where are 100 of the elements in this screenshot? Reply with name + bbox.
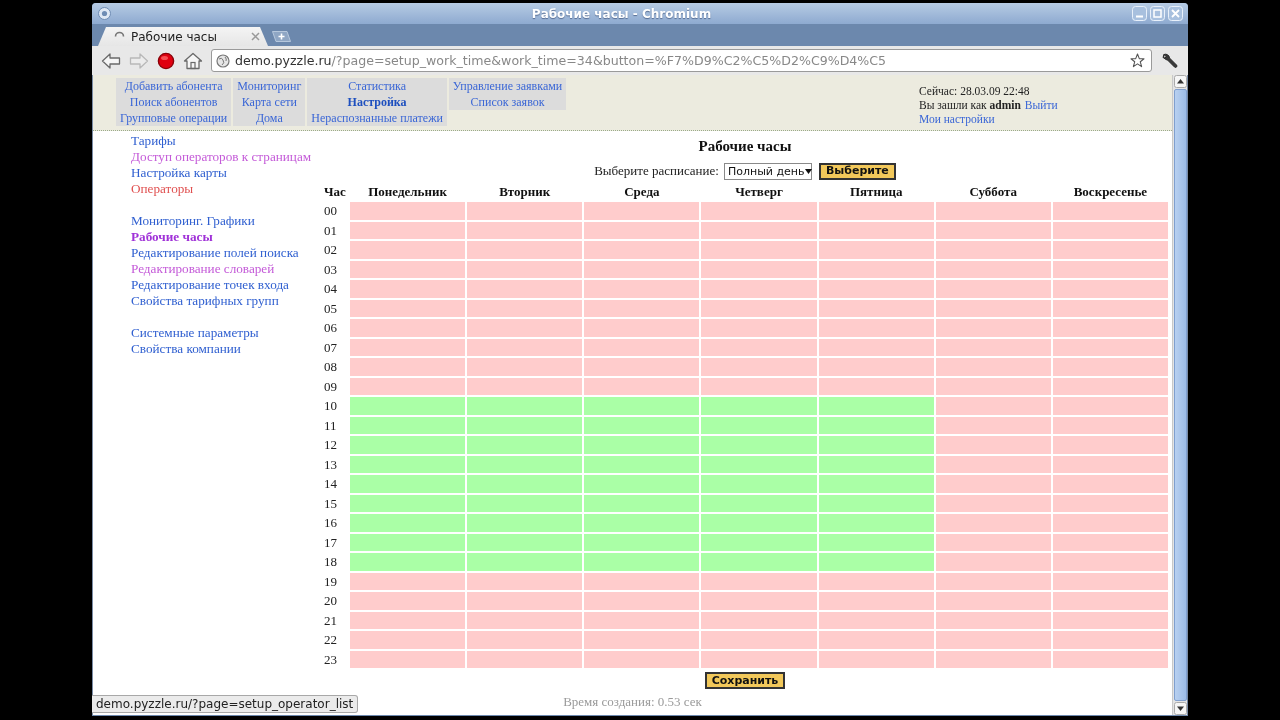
time-slot-cell[interactable]: [701, 611, 817, 629]
time-slot-cell[interactable]: [818, 338, 934, 356]
time-slot-cell[interactable]: [584, 299, 700, 317]
time-slot-cell[interactable]: [935, 377, 1051, 395]
time-slot-cell[interactable]: [1052, 611, 1168, 629]
time-slot-cell[interactable]: [467, 572, 583, 590]
time-slot-cell[interactable]: [935, 436, 1051, 454]
time-slot-cell[interactable]: [584, 475, 700, 493]
time-slot-cell[interactable]: [584, 416, 700, 434]
stop-icon[interactable]: [157, 51, 175, 70]
time-slot-cell[interactable]: [1052, 416, 1168, 434]
time-slot-cell[interactable]: [935, 533, 1051, 551]
time-slot-cell[interactable]: [350, 299, 466, 317]
time-slot-cell[interactable]: [350, 338, 466, 356]
time-slot-cell[interactable]: [584, 338, 700, 356]
time-slot-cell[interactable]: [935, 338, 1051, 356]
time-slot-cell[interactable]: [818, 397, 934, 415]
time-slot-cell[interactable]: [701, 553, 817, 571]
time-slot-cell[interactable]: [584, 650, 700, 668]
time-slot-cell[interactable]: [818, 221, 934, 239]
time-slot-cell[interactable]: [1052, 397, 1168, 415]
time-slot-cell[interactable]: [701, 221, 817, 239]
time-slot-cell[interactable]: [701, 319, 817, 337]
time-slot-cell[interactable]: [350, 319, 466, 337]
time-slot-cell[interactable]: [584, 553, 700, 571]
sidebar-link[interactable]: Редактирование точек входа: [131, 277, 289, 293]
time-slot-cell[interactable]: [350, 377, 466, 395]
time-slot-cell[interactable]: [701, 592, 817, 610]
time-slot-cell[interactable]: [1052, 592, 1168, 610]
time-slot-cell[interactable]: [584, 611, 700, 629]
time-slot-cell[interactable]: [935, 202, 1051, 220]
time-slot-cell[interactable]: [701, 475, 817, 493]
menu-link[interactable]: Статистика: [348, 78, 407, 94]
time-slot-cell[interactable]: [935, 592, 1051, 610]
star-icon[interactable]: [1130, 53, 1145, 68]
time-slot-cell[interactable]: [701, 416, 817, 434]
time-slot-cell[interactable]: [467, 319, 583, 337]
home-icon[interactable]: [183, 51, 203, 70]
time-slot-cell[interactable]: [584, 377, 700, 395]
time-slot-cell[interactable]: [1052, 631, 1168, 649]
time-slot-cell[interactable]: [935, 475, 1051, 493]
time-slot-cell[interactable]: [350, 260, 466, 278]
time-slot-cell[interactable]: [1052, 319, 1168, 337]
time-slot-cell[interactable]: [584, 241, 700, 259]
time-slot-cell[interactable]: [584, 631, 700, 649]
time-slot-cell[interactable]: [1052, 494, 1168, 512]
time-slot-cell[interactable]: [935, 572, 1051, 590]
time-slot-cell[interactable]: [818, 553, 934, 571]
my-settings-link[interactable]: Мои настройки: [919, 112, 995, 126]
time-slot-cell[interactable]: [584, 202, 700, 220]
time-slot-cell[interactable]: [701, 377, 817, 395]
time-slot-cell[interactable]: [701, 514, 817, 532]
time-slot-cell[interactable]: [935, 241, 1051, 259]
menu-link[interactable]: Управление заявками: [452, 78, 563, 94]
time-slot-cell[interactable]: [584, 436, 700, 454]
time-slot-cell[interactable]: [350, 650, 466, 668]
time-slot-cell[interactable]: [701, 241, 817, 259]
time-slot-cell[interactable]: [935, 416, 1051, 434]
time-slot-cell[interactable]: [467, 455, 583, 473]
time-slot-cell[interactable]: [350, 514, 466, 532]
back-icon[interactable]: [101, 51, 121, 70]
time-slot-cell[interactable]: [467, 514, 583, 532]
time-slot-cell[interactable]: [701, 572, 817, 590]
sidebar-link[interactable]: Свойства компании: [131, 341, 241, 357]
schedule-select[interactable]: Полный день: [723, 162, 812, 180]
time-slot-cell[interactable]: [467, 436, 583, 454]
time-slot-cell[interactable]: [584, 533, 700, 551]
time-slot-cell[interactable]: [1052, 436, 1168, 454]
time-slot-cell[interactable]: [584, 572, 700, 590]
time-slot-cell[interactable]: [1052, 202, 1168, 220]
sidebar-link[interactable]: Редактирование полей поиска: [131, 245, 299, 261]
time-slot-cell[interactable]: [467, 592, 583, 610]
time-slot-cell[interactable]: [350, 533, 466, 551]
time-slot-cell[interactable]: [935, 358, 1051, 376]
menu-link[interactable]: Дома: [255, 110, 283, 126]
time-slot-cell[interactable]: [935, 611, 1051, 629]
time-slot-cell[interactable]: [467, 358, 583, 376]
time-slot-cell[interactable]: [935, 397, 1051, 415]
time-slot-cell[interactable]: [350, 631, 466, 649]
time-slot-cell[interactable]: [701, 455, 817, 473]
time-slot-cell[interactable]: [818, 494, 934, 512]
sidebar-link[interactable]: Свойства тарифных групп: [131, 293, 279, 309]
time-slot-cell[interactable]: [1052, 260, 1168, 278]
sidebar-link[interactable]: Рабочие часы: [131, 229, 213, 245]
time-slot-cell[interactable]: [818, 592, 934, 610]
time-slot-cell[interactable]: [584, 358, 700, 376]
time-slot-cell[interactable]: [1052, 572, 1168, 590]
maximize-icon[interactable]: [1150, 6, 1165, 21]
time-slot-cell[interactable]: [818, 416, 934, 434]
minimize-icon[interactable]: [1132, 6, 1147, 21]
time-slot-cell[interactable]: [1052, 533, 1168, 551]
time-slot-cell[interactable]: [467, 631, 583, 649]
time-slot-cell[interactable]: [350, 553, 466, 571]
time-slot-cell[interactable]: [1052, 553, 1168, 571]
time-slot-cell[interactable]: [1052, 377, 1168, 395]
menu-link[interactable]: Карта сети: [241, 94, 297, 110]
time-slot-cell[interactable]: [467, 397, 583, 415]
time-slot-cell[interactable]: [350, 455, 466, 473]
time-slot-cell[interactable]: [1052, 475, 1168, 493]
time-slot-cell[interactable]: [350, 358, 466, 376]
